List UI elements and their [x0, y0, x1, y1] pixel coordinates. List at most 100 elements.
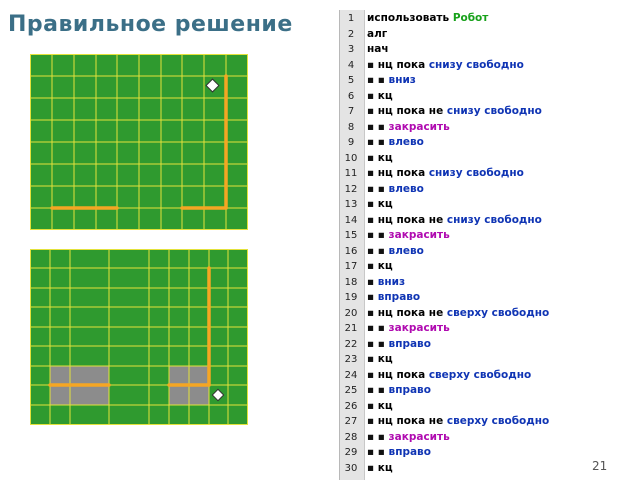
code-text: ▪ ▪ закрасить: [367, 228, 450, 244]
code-text: ▪ кц: [367, 197, 393, 213]
line-number: 11: [344, 168, 358, 179]
code-text: ▪ кц: [367, 259, 393, 275]
code-line[interactable]: 27 ▪ нц пока не сверху свободно: [340, 414, 589, 430]
line-number: 6: [347, 90, 355, 102]
code-line[interactable]: 1 использовать Робот: [340, 11, 589, 27]
code-text: ▪ вправо: [367, 290, 420, 306]
code-line[interactable]: 14 ▪ нц пока не снизу свободно: [340, 213, 589, 229]
code-line[interactable]: 5 ▪ ▪ вниз: [340, 73, 589, 89]
line-number: 30: [344, 462, 358, 474]
code-token: вправо: [388, 337, 431, 350]
code-line[interactable]: 29 ▪ ▪ вправо: [340, 445, 589, 461]
code-text: ▪ нц пока не сверху свободно: [367, 306, 549, 322]
code-text: ▪ кц: [367, 399, 393, 415]
line-number: 18: [344, 276, 358, 288]
code-line[interactable]: 30 ▪ кц: [340, 461, 589, 477]
line-number: 23: [344, 354, 358, 365]
code-text: ▪ ▪ закрасить: [367, 430, 450, 446]
indent-bullet: ▪: [367, 399, 378, 412]
line-number: 9: [347, 137, 355, 148]
line-number: 16: [344, 245, 358, 257]
indent-bullet: ▪ ▪: [367, 384, 389, 396]
code-line[interactable]: 11 ▪ нц пока снизу свободно: [340, 166, 589, 182]
code-line[interactable]: 17 ▪ кц: [340, 259, 589, 275]
code-text: ▪ нц пока не снизу свободно: [367, 104, 542, 120]
code-line[interactable]: 21 ▪ ▪ закрасить: [340, 321, 589, 337]
code-text: ▪ ▪ вправо: [367, 445, 431, 461]
indent-bullet: ▪ ▪: [367, 74, 389, 86]
code-line[interactable]: 23 ▪ кц: [340, 352, 589, 368]
line-number: 27: [344, 416, 358, 427]
code-text: нач: [367, 42, 389, 58]
code-line[interactable]: 28 ▪ ▪ закрасить: [340, 430, 589, 446]
indent-bullet: ▪: [367, 105, 378, 117]
code-token: вправо: [388, 446, 431, 458]
page-number: 21: [592, 459, 608, 473]
code-token: закрасить: [388, 322, 450, 334]
code-line[interactable]: 25 ▪ ▪ вправо: [340, 383, 589, 399]
indent-bullet: ▪ ▪: [367, 430, 389, 443]
code-token: нц пока не: [377, 105, 447, 117]
code-line[interactable]: 8 ▪ ▪ закрасить: [340, 120, 589, 136]
code-line[interactable]: 2 алг: [340, 27, 589, 43]
line-number: 25: [344, 385, 358, 396]
code-text: использовать Робот: [367, 11, 488, 27]
code-text: ▪ нц пока снизу свободно: [367, 58, 524, 74]
code-line[interactable]: 10 ▪ кц: [340, 151, 589, 167]
line-number: 4: [347, 59, 355, 71]
indent-bullet: ▪ ▪: [367, 229, 389, 241]
code-token: нц пока не: [377, 306, 447, 319]
code-text: ▪ нц пока не снизу свободно: [367, 213, 542, 229]
code-token: закрасить: [388, 229, 450, 241]
line-number: 1: [347, 13, 355, 24]
line-number: 10: [344, 152, 358, 164]
line-number: 14: [344, 214, 358, 226]
code-line[interactable]: 4 ▪ нц пока снизу свободно: [340, 58, 589, 74]
indent-bullet: ▪: [367, 415, 378, 427]
code-line[interactable]: 24 ▪ нц пока сверху свободно: [340, 368, 589, 384]
indent-bullet: ▪ ▪: [367, 182, 389, 195]
indent-bullet: ▪: [367, 198, 378, 210]
code-token: Робот: [452, 12, 489, 24]
line-number: 24: [344, 369, 358, 381]
code-text: ▪ нц пока снизу свободно: [367, 166, 524, 182]
line-number: 17: [344, 261, 358, 272]
code-line[interactable]: 13 ▪ кц: [340, 197, 589, 213]
line-number: 20: [344, 307, 358, 319]
code-line[interactable]: 19 ▪ вправо: [340, 290, 589, 306]
indent-bullet: ▪ ▪: [367, 337, 389, 350]
code-line[interactable]: 18 ▪ вниз: [340, 275, 589, 291]
code-line[interactable]: 6 ▪ кц: [340, 89, 589, 105]
code-text: ▪ кц: [367, 151, 393, 167]
code-token: вправо: [388, 384, 431, 396]
indent-bullet: ▪: [367, 368, 378, 381]
line-number: 29: [344, 447, 358, 458]
code-text: ▪ нц пока не сверху свободно: [367, 414, 549, 430]
code-text: ▪ вниз: [367, 275, 405, 291]
code-line[interactable]: 15 ▪ ▪ закрасить: [340, 228, 589, 244]
code-text: ▪ ▪ вниз: [367, 73, 416, 89]
code-token: закрасить: [388, 120, 450, 133]
code-token: влево: [388, 182, 424, 195]
code-line[interactable]: 22 ▪ ▪ вправо: [340, 337, 589, 353]
code-line[interactable]: 16 ▪ ▪ влево: [340, 244, 589, 260]
code-text: алг: [367, 27, 387, 43]
code-text: ▪ ▪ закрасить: [367, 120, 450, 136]
code-token: кц: [377, 151, 393, 164]
indent-bullet: ▪: [367, 291, 378, 303]
code-line[interactable]: 26 ▪ кц: [340, 399, 589, 415]
code-token: алг: [367, 27, 388, 40]
code-line[interactable]: 3 нач: [340, 42, 589, 58]
indent-bullet: ▪ ▪: [367, 446, 389, 458]
line-number: 13: [344, 199, 358, 210]
line-number: 12: [344, 183, 358, 195]
indent-bullet: ▪: [367, 58, 378, 71]
code-line[interactable]: 12 ▪ ▪ влево: [340, 182, 589, 198]
line-number: 15: [344, 230, 358, 241]
code-line[interactable]: 7 ▪ нц пока не снизу свободно: [340, 104, 589, 120]
code-token: закрасить: [388, 430, 450, 443]
indent-bullet: ▪ ▪: [367, 120, 389, 133]
code-token: снизу свободно: [446, 213, 542, 226]
code-line[interactable]: 9 ▪ ▪ влево: [340, 135, 589, 151]
code-line[interactable]: 20 ▪ нц пока не сверху свободно: [340, 306, 589, 322]
